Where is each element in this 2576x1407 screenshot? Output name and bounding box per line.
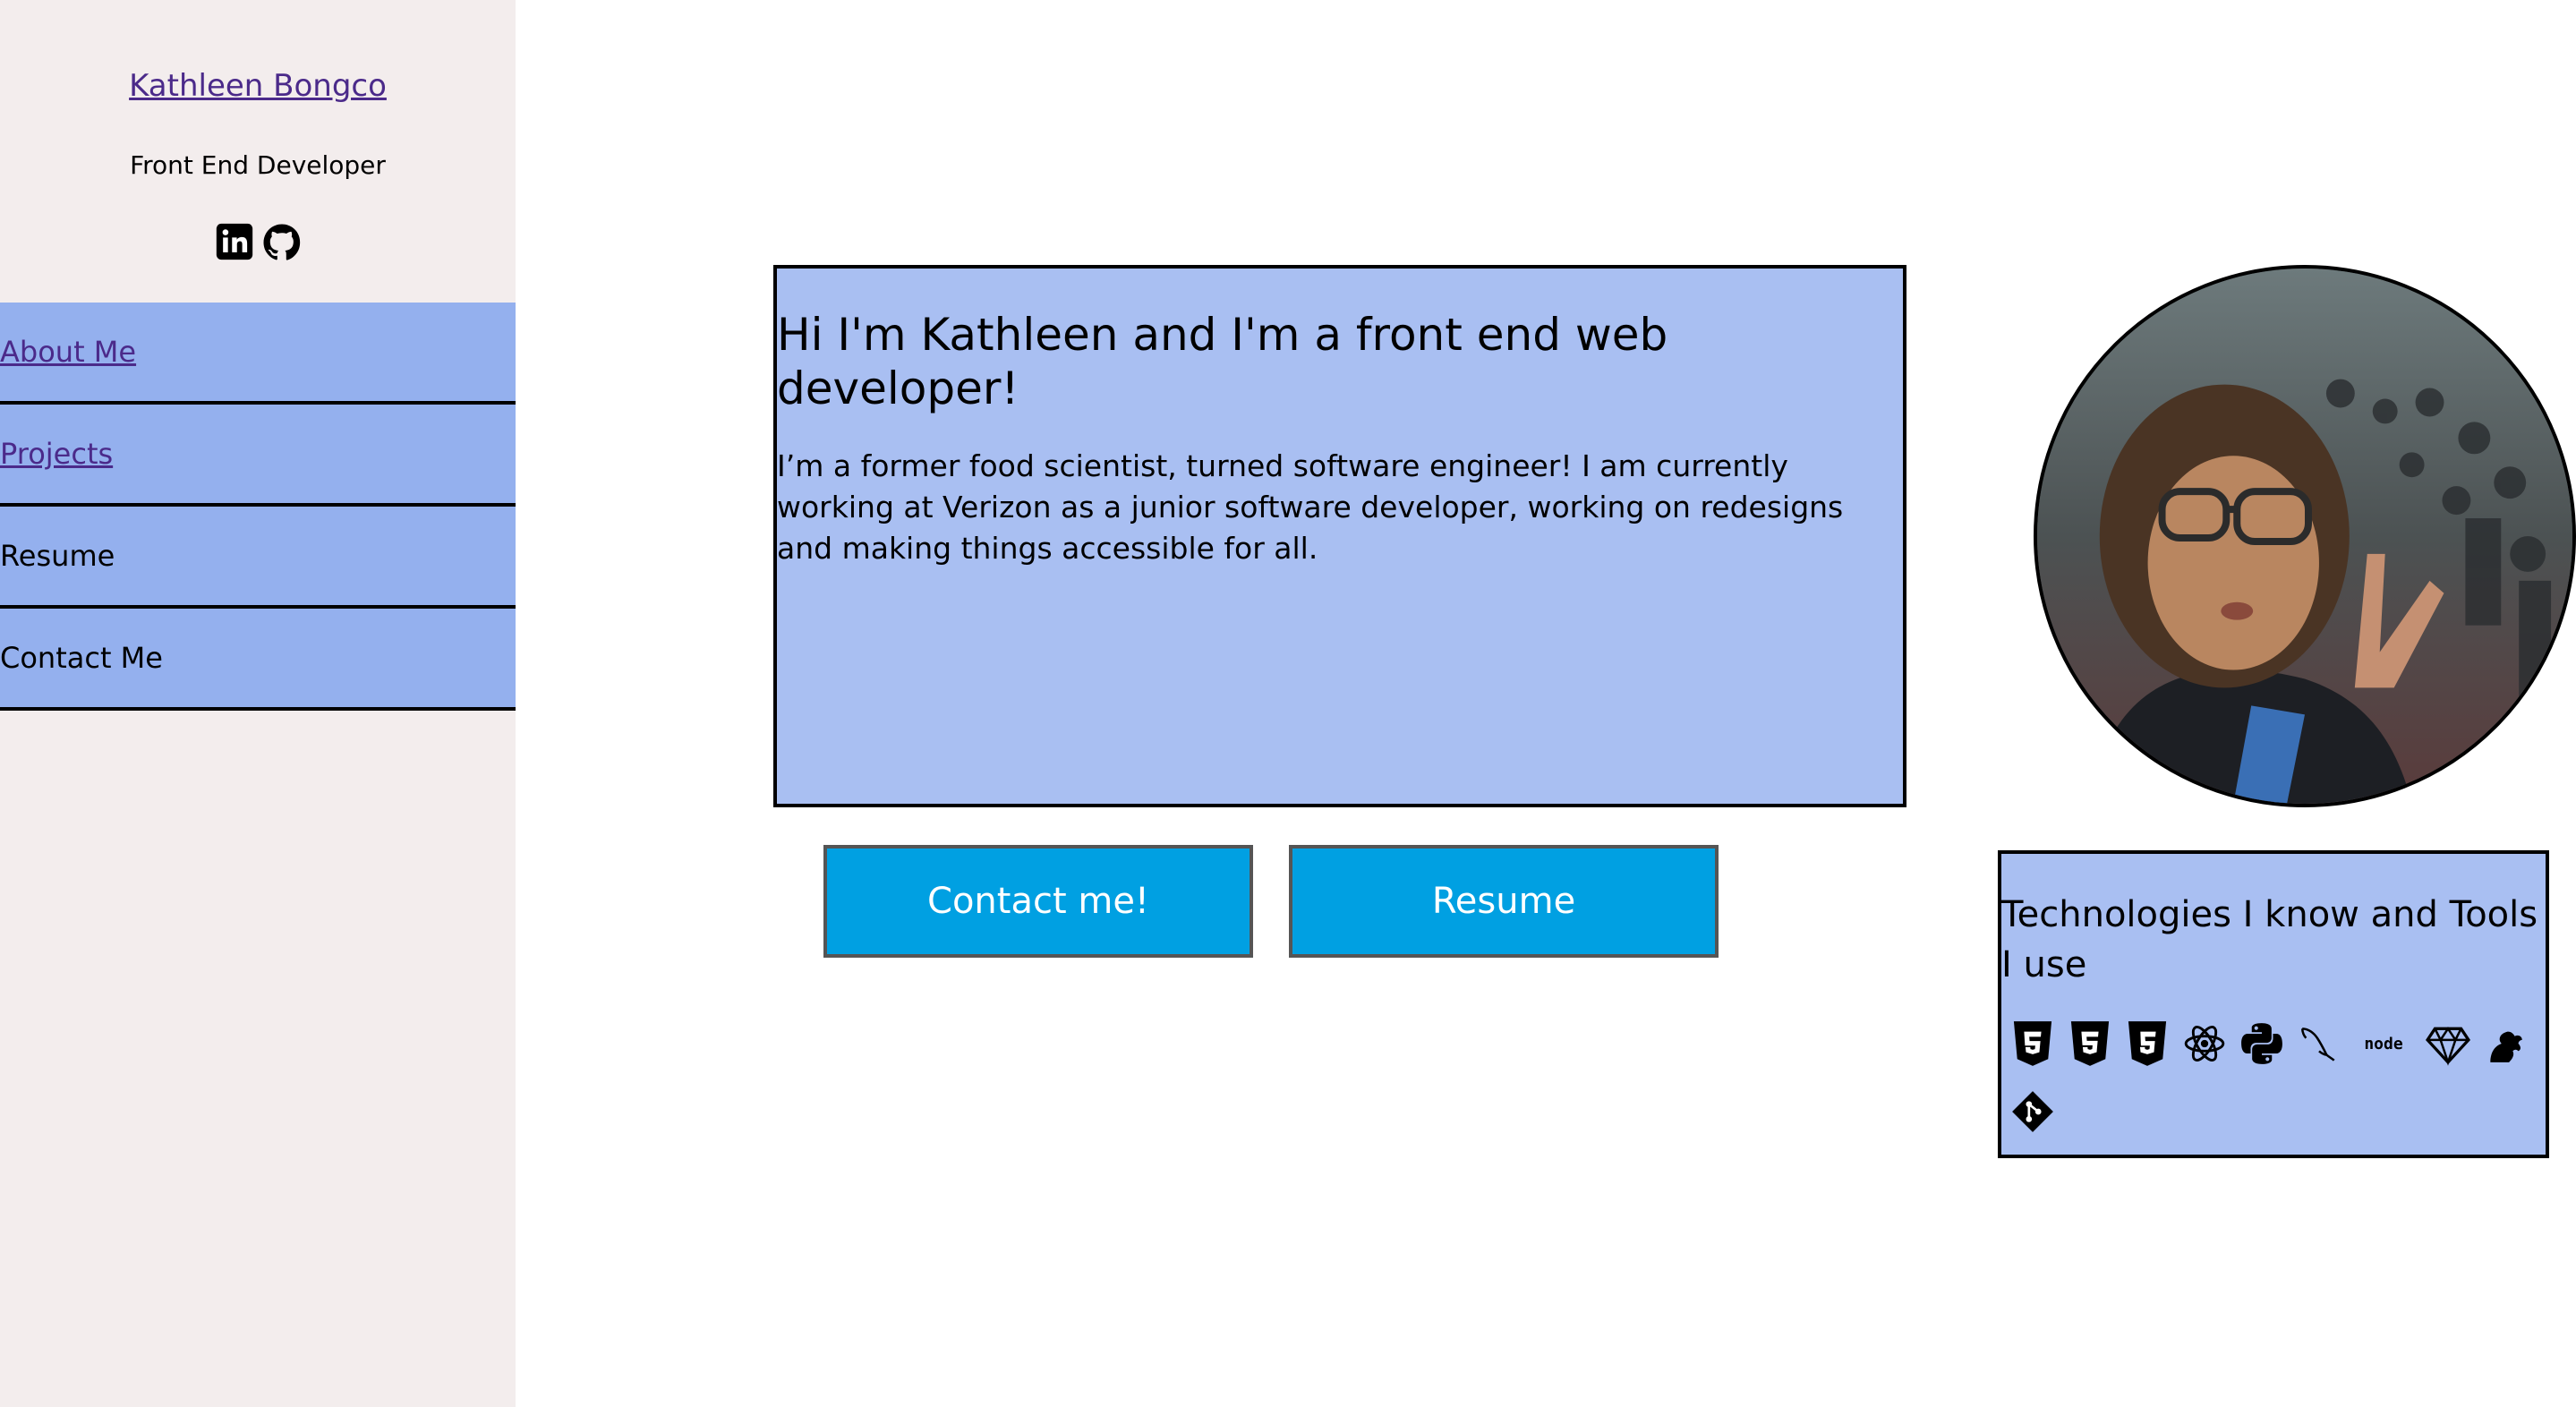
github-icon[interactable] (261, 222, 301, 263)
technologies-heading: Technologies I know and Tools I use (2001, 894, 2538, 985)
nav-resume[interactable]: Resume (0, 507, 516, 609)
sass-icon (2483, 1017, 2528, 1070)
intro-heading: Hi I'm Kathleen and I'm a front end web … (777, 309, 1668, 414)
css3-icon (2068, 1017, 2112, 1070)
contact-me-button[interactable]: Contact me! (823, 845, 1253, 958)
linkedin-icon[interactable] (215, 222, 254, 263)
sidebar: Kathleen Bongco Front End Developer Abou… (0, 0, 516, 1407)
python-icon (2239, 1017, 2284, 1070)
nav-about-me[interactable]: About Me (0, 303, 516, 405)
job-title: Front End Developer (130, 150, 386, 180)
nav-projects[interactable]: Projects (0, 405, 516, 507)
technology-icons: node (2001, 1017, 2538, 1153)
social-links (0, 222, 516, 263)
profile-photo (2034, 265, 2576, 807)
name-link[interactable]: Kathleen Bongco (0, 68, 516, 104)
sidebar-nav: About Me Projects Resume Contact Me (0, 303, 516, 711)
resume-button[interactable]: Resume (1289, 845, 1719, 958)
html5-icon (2010, 1017, 2055, 1070)
technologies-card: Technologies I know and Tools I use node (1998, 850, 2549, 1158)
nav-contact-me[interactable]: Contact Me (0, 609, 516, 711)
nodejs-label: node (2364, 1034, 2403, 1053)
git-icon (2010, 1085, 2055, 1138)
mysql-icon (2297, 1017, 2341, 1070)
react-icon (2182, 1017, 2227, 1070)
intro-paragraph: I’m a former food scientist, turned soft… (777, 448, 1844, 566)
intro-card: Hi I'm Kathleen and I'm a front end web … (773, 265, 1906, 807)
javascript-icon (2125, 1017, 2170, 1070)
nodejs-icon: node (2354, 1017, 2413, 1070)
sketch-icon (2426, 1017, 2470, 1070)
